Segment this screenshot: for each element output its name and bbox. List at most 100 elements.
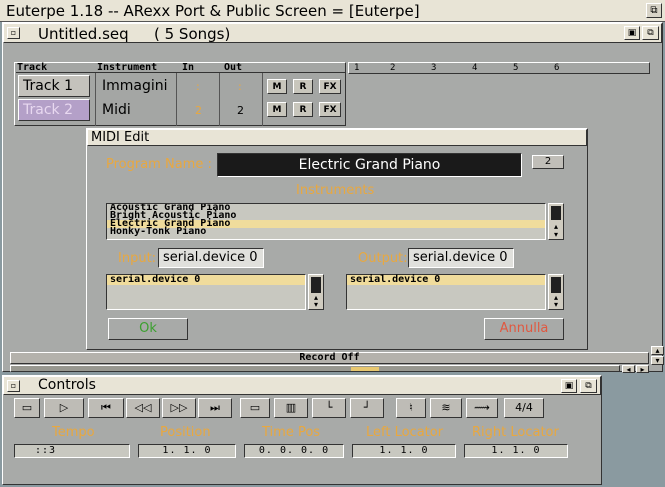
time-pos-value: 0. 0. 0. 0 xyxy=(258,445,330,456)
track-1-button[interactable]: Track 1 xyxy=(18,75,90,97)
track-header: Track Instrument In Out xyxy=(16,62,346,73)
cancel-label: Annulla xyxy=(499,321,549,336)
track-1-instrument[interactable]: Immagini xyxy=(102,78,168,94)
sequence-window-titlebar[interactable]: ▫ Untitled.seq ( 5 Songs) ▣ ⧉ xyxy=(3,23,662,43)
stop-button[interactable]: ▭ xyxy=(14,398,40,418)
program-name-value: Electric Grand Piano xyxy=(298,157,441,173)
close-gadget-icon[interactable]: ▫ xyxy=(7,27,20,39)
controls-titlebar[interactable]: ▫ Controls ▣ ⧉ xyxy=(3,376,601,395)
output-list-scrollbar[interactable]: ▴ ▾ xyxy=(548,274,564,310)
output-scroll-knob[interactable] xyxy=(551,277,561,293)
time-pos-label: Time Pos xyxy=(262,425,321,440)
horizontal-scrollbar[interactable] xyxy=(10,365,620,372)
output-device-list[interactable]: serial.device 0 xyxy=(346,274,546,310)
input-scroll-knob[interactable] xyxy=(311,277,321,293)
fast-forward-icon: ▷▷ xyxy=(170,401,188,414)
fast-forward-button[interactable]: ▷▷ xyxy=(162,398,196,418)
track-2-instrument[interactable]: Midi xyxy=(102,102,131,118)
input-device-list[interactable]: serial.device 0 xyxy=(106,274,306,310)
controls-close-gadget-icon[interactable]: ▫ xyxy=(7,380,20,392)
time-signature-button[interactable]: 4/4 xyxy=(504,398,544,418)
rewind-icon: ◁◁ xyxy=(134,401,152,414)
midi-edit-titlebar[interactable]: MIDI Edit xyxy=(87,129,587,146)
sequence-title: Untitled.seq xyxy=(38,25,129,43)
instrument-item[interactable]: Honky-Tonk Piano xyxy=(107,227,545,237)
left-locator-field[interactable]: 1. 1. 0 xyxy=(352,444,456,458)
record-mode-button-1[interactable]: ▭ xyxy=(240,398,270,418)
right-locator-value: 1. 1. 0 xyxy=(491,445,541,456)
program-name-field[interactable]: Electric Grand Piano xyxy=(217,153,522,177)
metronome-button[interactable]: ♮ xyxy=(396,398,426,418)
loop-left-icon: └ xyxy=(325,401,333,414)
record-status-bar: Record Off xyxy=(10,352,649,364)
forward-end-icon: ⏭ xyxy=(210,401,220,414)
zoom-gadget-icon[interactable]: ▣ xyxy=(624,26,640,40)
controls-title: Controls xyxy=(38,377,96,393)
tempo-field[interactable]: ::3 xyxy=(14,444,130,458)
track-2-fx-button[interactable]: FX xyxy=(319,102,341,117)
track-2-record-button[interactable]: R xyxy=(293,102,313,117)
loop-left-button[interactable]: └ xyxy=(312,398,346,418)
mixer-button[interactable]: ≋ xyxy=(430,398,462,418)
right-locator-label: Right Locator xyxy=(472,425,559,440)
instruments-scrollbar[interactable]: ▴ ▾ xyxy=(548,203,564,240)
metronome-icon: ♮ xyxy=(409,401,413,414)
track-2-mute-button[interactable]: M xyxy=(267,102,287,117)
track-1-label: Track 1 xyxy=(23,78,73,94)
track-1-out[interactable]: : xyxy=(238,80,242,93)
output-field[interactable]: serial.device 0 xyxy=(408,248,514,268)
controls-depth-gadget-icon[interactable]: ⧉ xyxy=(580,379,597,393)
input-list-scrollbar[interactable]: ▴ ▾ xyxy=(308,274,324,310)
instruments-scroll-knob[interactable] xyxy=(551,206,561,220)
play-icon: ▷ xyxy=(59,401,69,414)
program-number-button[interactable]: 2 xyxy=(532,155,564,169)
track-2-out[interactable]: 2 xyxy=(237,104,244,117)
header-instrument: Instrument xyxy=(97,62,158,73)
instruments-down-arrow-icon[interactable]: ▾ xyxy=(549,231,563,239)
horizontal-scroll-knob[interactable] xyxy=(351,367,379,371)
rewind-button[interactable]: ◁◁ xyxy=(126,398,160,418)
track-1-in[interactable]: : xyxy=(196,80,200,93)
header-out: Out xyxy=(224,62,243,73)
track-2-label: Track 2 xyxy=(23,102,73,118)
ok-button[interactable]: Ok xyxy=(108,318,188,340)
right-locator-field[interactable]: 1. 1. 0 xyxy=(464,444,568,458)
loop-right-button[interactable]: ┘ xyxy=(350,398,384,418)
output-device-item[interactable]: serial.device 0 xyxy=(347,275,545,285)
position-label: Position xyxy=(160,425,211,440)
scroll-right-arrow-icon[interactable]: ▸ xyxy=(636,365,649,374)
track-1-fx-button[interactable]: FX xyxy=(319,79,341,94)
left-locator-label: Left Locator xyxy=(366,425,444,440)
output-down-arrow-icon[interactable]: ▾ xyxy=(549,301,563,309)
tools-button[interactable]: ⟿ xyxy=(466,398,498,418)
input-down-arrow-icon[interactable]: ▾ xyxy=(309,301,323,309)
mixer-icon: ≋ xyxy=(441,401,451,414)
input-label: Input: xyxy=(118,251,157,266)
input-device-item[interactable]: serial.device 0 xyxy=(107,275,305,285)
scroll-down-arrow-icon[interactable]: ▾ xyxy=(651,356,664,365)
track-2-in[interactable]: 2 xyxy=(195,104,202,117)
record-mode-1-icon: ▭ xyxy=(249,401,261,414)
screen-depth-gadget[interactable]: ⧉ xyxy=(646,3,662,18)
instruments-list[interactable]: Acoustic Grand Piano Bright Acoustic Pia… xyxy=(106,203,546,240)
track-2-button[interactable]: Track 2 xyxy=(18,99,90,121)
track-1-record-button[interactable]: R xyxy=(293,79,313,94)
play-button[interactable]: ▷ xyxy=(44,398,84,418)
scroll-left-arrow-icon[interactable]: ◂ xyxy=(622,365,635,374)
time-pos-field[interactable]: 0. 0. 0. 0 xyxy=(244,444,344,458)
controls-zoom-gadget-icon[interactable]: ▣ xyxy=(561,379,577,393)
forward-to-end-button[interactable]: ⏭ xyxy=(198,398,232,418)
timeline-ruler[interactable]: 1 2 3 4 5 6 xyxy=(348,62,650,74)
tempo-label: Tempo xyxy=(52,425,95,440)
input-field[interactable]: serial.device 0 xyxy=(158,248,264,268)
cancel-button[interactable]: Annulla xyxy=(484,318,564,340)
position-field[interactable]: 1. 1. 0 xyxy=(138,444,236,458)
record-mode-button-2[interactable]: ▥ xyxy=(274,398,308,418)
ruler-mark-3: 3 xyxy=(431,63,437,73)
ruler-mark-1: 1 xyxy=(354,63,360,73)
position-value: 1. 1. 0 xyxy=(162,445,212,456)
track-1-mute-button[interactable]: M xyxy=(267,79,287,94)
scroll-up-arrow-icon[interactable]: ▴ xyxy=(651,346,664,355)
rewind-to-start-button[interactable]: ⏮ xyxy=(88,398,124,418)
depth-gadget-icon[interactable]: ⧉ xyxy=(642,26,659,40)
